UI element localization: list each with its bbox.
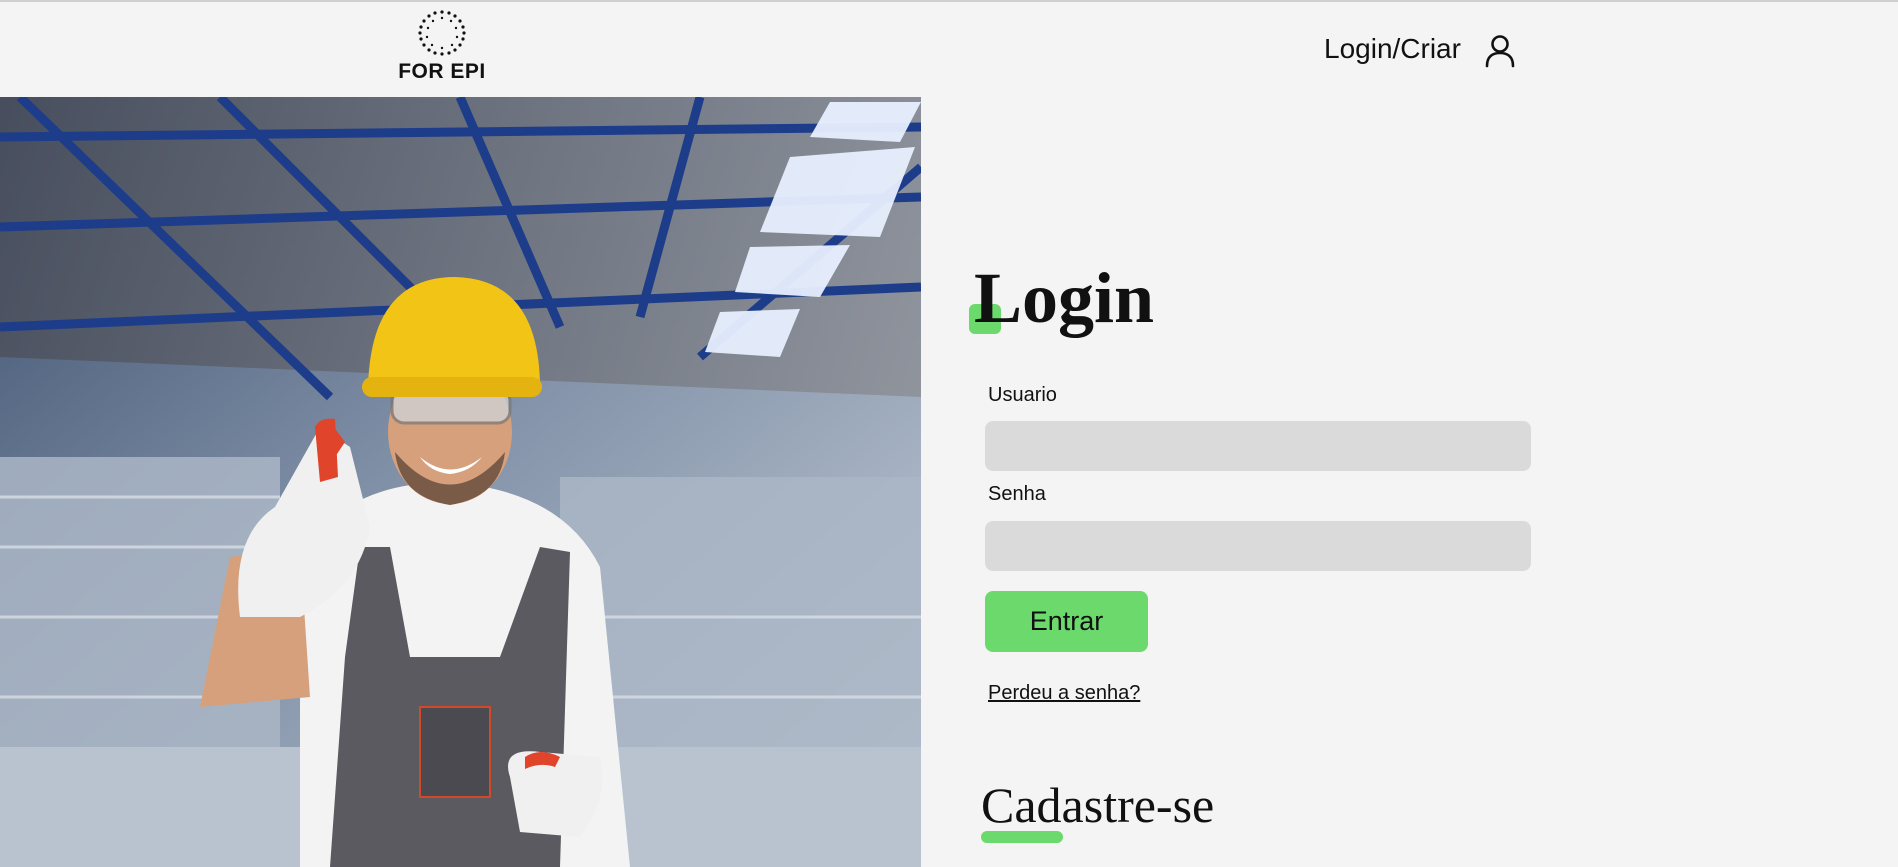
username-label: Usuario <box>988 384 1057 406</box>
signup-title[interactable]: Cadastre-se <box>981 780 1214 830</box>
dotted-ring-logo-icon <box>418 10 466 56</box>
entrar-button[interactable]: Entrar <box>985 591 1148 652</box>
user-icon[interactable] <box>1484 34 1516 68</box>
forgot-password-link[interactable]: Perdeu a senha? <box>988 682 1140 705</box>
login-create-link[interactable]: Login/Criar <box>1324 33 1461 65</box>
username-input[interactable] <box>985 421 1531 471</box>
brand-name: FOR EPI <box>398 60 486 83</box>
brand-logo[interactable]: FOR EPI <box>395 8 489 88</box>
password-label: Senha <box>988 483 1046 505</box>
hero-worker-photo <box>0 97 921 867</box>
site-header: FOR EPI Login/Criar <box>0 2 1898 97</box>
login-panel: Login Usuario Senha Entrar Perdeu a senh… <box>921 97 1898 867</box>
password-input[interactable] <box>985 521 1531 571</box>
login-title: Login <box>974 258 1155 338</box>
